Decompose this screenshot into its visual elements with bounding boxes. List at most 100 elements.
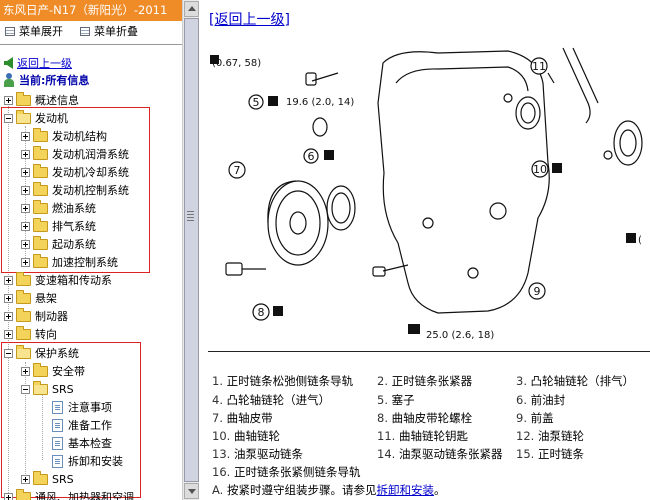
tree-node-label: 变速箱和传动系	[35, 274, 112, 287]
tree-node-engine-child[interactable]: 发动机冷却系统	[21, 163, 129, 181]
legend-number: 3.	[516, 374, 527, 388]
callout-10: 10	[533, 163, 547, 176]
expand-toggle-icon[interactable]	[21, 257, 30, 267]
tree-node-engine-child[interactable]: 发动机润滑系统	[21, 145, 129, 163]
tree-node-label: 转向	[35, 328, 57, 341]
legend-text: 正时链条张紧器	[391, 374, 473, 388]
tree-node-engine[interactable]: 发动机	[4, 109, 68, 127]
legend-item-14: 14. 油泵驱动链条张紧器	[377, 446, 502, 462]
expand-toggle-icon[interactable]	[4, 95, 13, 105]
expand-toggle-icon[interactable]	[21, 366, 30, 376]
torque-label-2: 25.0 (2.6, 18)	[426, 330, 494, 341]
expand-toggle-icon[interactable]	[21, 221, 30, 231]
vertical-scrollbar[interactable]	[182, 0, 199, 500]
tree-node-suspension[interactable]: 悬架	[4, 289, 57, 307]
back-link-right-text[interactable]: [返回上一级]	[209, 12, 290, 28]
legend-item-10: 10. 曲轴链轮	[212, 428, 280, 444]
collapse-menu-label: 菜单折叠	[94, 25, 138, 38]
tree-node-transmission[interactable]: 变速箱和传动系	[4, 271, 112, 289]
callout-6: 6	[308, 150, 315, 163]
collapse-toggle-icon[interactable]	[4, 348, 13, 358]
scroll-up-button[interactable]	[184, 1, 199, 17]
expand-toggle-icon[interactable]	[4, 275, 13, 285]
expand-toggle-icon[interactable]	[21, 239, 30, 249]
expand-toggle-icon[interactable]	[4, 293, 13, 303]
legend-text: 正时链条张紧侧链条导轨	[233, 465, 361, 479]
assembly-note: A. 按紧时遵守组装步骤。请参见拆卸和安装。	[212, 482, 445, 498]
window-title: 东风日产-N17（新阳光）-2011	[0, 0, 182, 21]
tree-node-srs-2[interactable]: SRS	[21, 470, 74, 488]
legend-number: 6.	[516, 393, 527, 407]
expand-toggle-icon[interactable]	[21, 167, 30, 177]
folder-icon	[16, 488, 31, 500]
legend-item-9: 9. 前盖	[516, 410, 554, 426]
expand-toggle-icon[interactable]	[21, 131, 30, 141]
tree-guide-line	[42, 394, 43, 460]
collapse-toggle-icon[interactable]	[21, 384, 30, 394]
callout-7: 7	[234, 164, 241, 177]
tree-node-srs-child[interactable]: 基本检查	[52, 434, 112, 452]
expand-menu-label: 菜单展开	[19, 25, 63, 38]
tree-node-engine-child[interactable]: 燃油系统	[21, 199, 96, 217]
tree-node-label: 悬架	[35, 292, 57, 305]
note-prefix: A.	[212, 483, 224, 497]
back-link-text[interactable]: 返回上一级	[17, 55, 72, 71]
folder-open-icon	[16, 109, 31, 124]
current-location-label: 当前:所有信息	[19, 74, 90, 87]
folder-icon	[33, 470, 48, 485]
tree-node-engine-child[interactable]: 发动机结构	[21, 127, 107, 145]
collapse-menu-button[interactable]: 菜单折叠	[75, 23, 138, 39]
collapse-toggle-icon[interactable]	[4, 113, 13, 123]
expand-toggle-icon[interactable]	[21, 149, 30, 159]
back-link-right[interactable]: [返回上一级]	[209, 9, 290, 29]
expand-toggle-icon[interactable]	[21, 203, 30, 213]
tree-node-srs-child[interactable]: 准备工作	[52, 416, 112, 434]
tree-node-engine-child[interactable]: 加速控制系统	[21, 253, 118, 271]
expand-toggle-icon[interactable]	[21, 185, 30, 195]
scroll-down-button[interactable]	[184, 483, 199, 499]
legend-text: 正时链条	[537, 447, 584, 461]
callout-9: 9	[534, 285, 541, 298]
legend-number: 12.	[516, 429, 535, 443]
tree-node-overview[interactable]: 概述信息	[4, 91, 79, 109]
folder-icon	[16, 307, 31, 322]
tree-node-safety-belt[interactable]: 安全带	[21, 362, 85, 380]
expand-toggle-icon[interactable]	[4, 329, 13, 339]
back-link-left[interactable]: 返回上一级	[4, 55, 72, 71]
folder-icon	[33, 217, 48, 232]
tree-node-label: 通风、加热器和空调	[35, 491, 134, 500]
legend-text: 曲轴皮带轮螺栓	[391, 411, 473, 425]
folder-icon	[16, 325, 31, 340]
tree-node-steering[interactable]: 转向	[4, 325, 57, 343]
tree-node-label: 起动系统	[52, 238, 96, 251]
expand-menu-button[interactable]: 菜单展开	[0, 23, 63, 39]
tree-node-srs-child[interactable]: 注意事项	[52, 398, 112, 416]
expand-toggle-icon[interactable]	[21, 474, 30, 484]
tree-node-brakes[interactable]: 制动器	[4, 307, 68, 325]
legend-text: 曲轴链轮	[233, 429, 280, 443]
legend-number: 1.	[212, 374, 223, 388]
legend-number: 5.	[377, 393, 388, 407]
legend-item-8: 8. 曲轴皮带轮螺栓	[377, 410, 472, 426]
tree-node-label: 发动机控制系统	[52, 184, 129, 197]
scroll-grip-icon	[187, 211, 194, 212]
expand-toggle-icon[interactable]	[4, 492, 13, 500]
torque-label-1: 19.6 (2.0, 14)	[286, 97, 354, 108]
tree-node-srs[interactable]: SRS	[21, 380, 74, 398]
legend-text: 油泵驱动链条张紧器	[398, 447, 503, 461]
expand-toggle-icon[interactable]	[4, 311, 13, 321]
tree-node-engine-child[interactable]: 发动机控制系统	[21, 181, 129, 199]
tree-node-srs-child[interactable]: 拆卸和安装	[52, 452, 123, 470]
tree-node-engine-child[interactable]: 起动系统	[21, 235, 96, 253]
scroll-thumb[interactable]	[184, 18, 199, 482]
document-icon	[52, 418, 63, 432]
folder-icon	[33, 127, 48, 142]
menu-collapse-icon	[80, 26, 90, 36]
tree-node-engine-child[interactable]: 排气系统	[21, 217, 96, 235]
folder-icon	[33, 235, 48, 250]
legend-item-7: 7. 曲轴皮带	[212, 410, 273, 426]
menu-expand-icon	[5, 26, 15, 36]
tree-node-protection[interactable]: 保护系统	[4, 344, 79, 362]
tree-node-hvac[interactable]: 通风、加热器和空调	[4, 488, 134, 500]
removal-installation-link[interactable]: 拆卸和安装	[376, 483, 434, 497]
